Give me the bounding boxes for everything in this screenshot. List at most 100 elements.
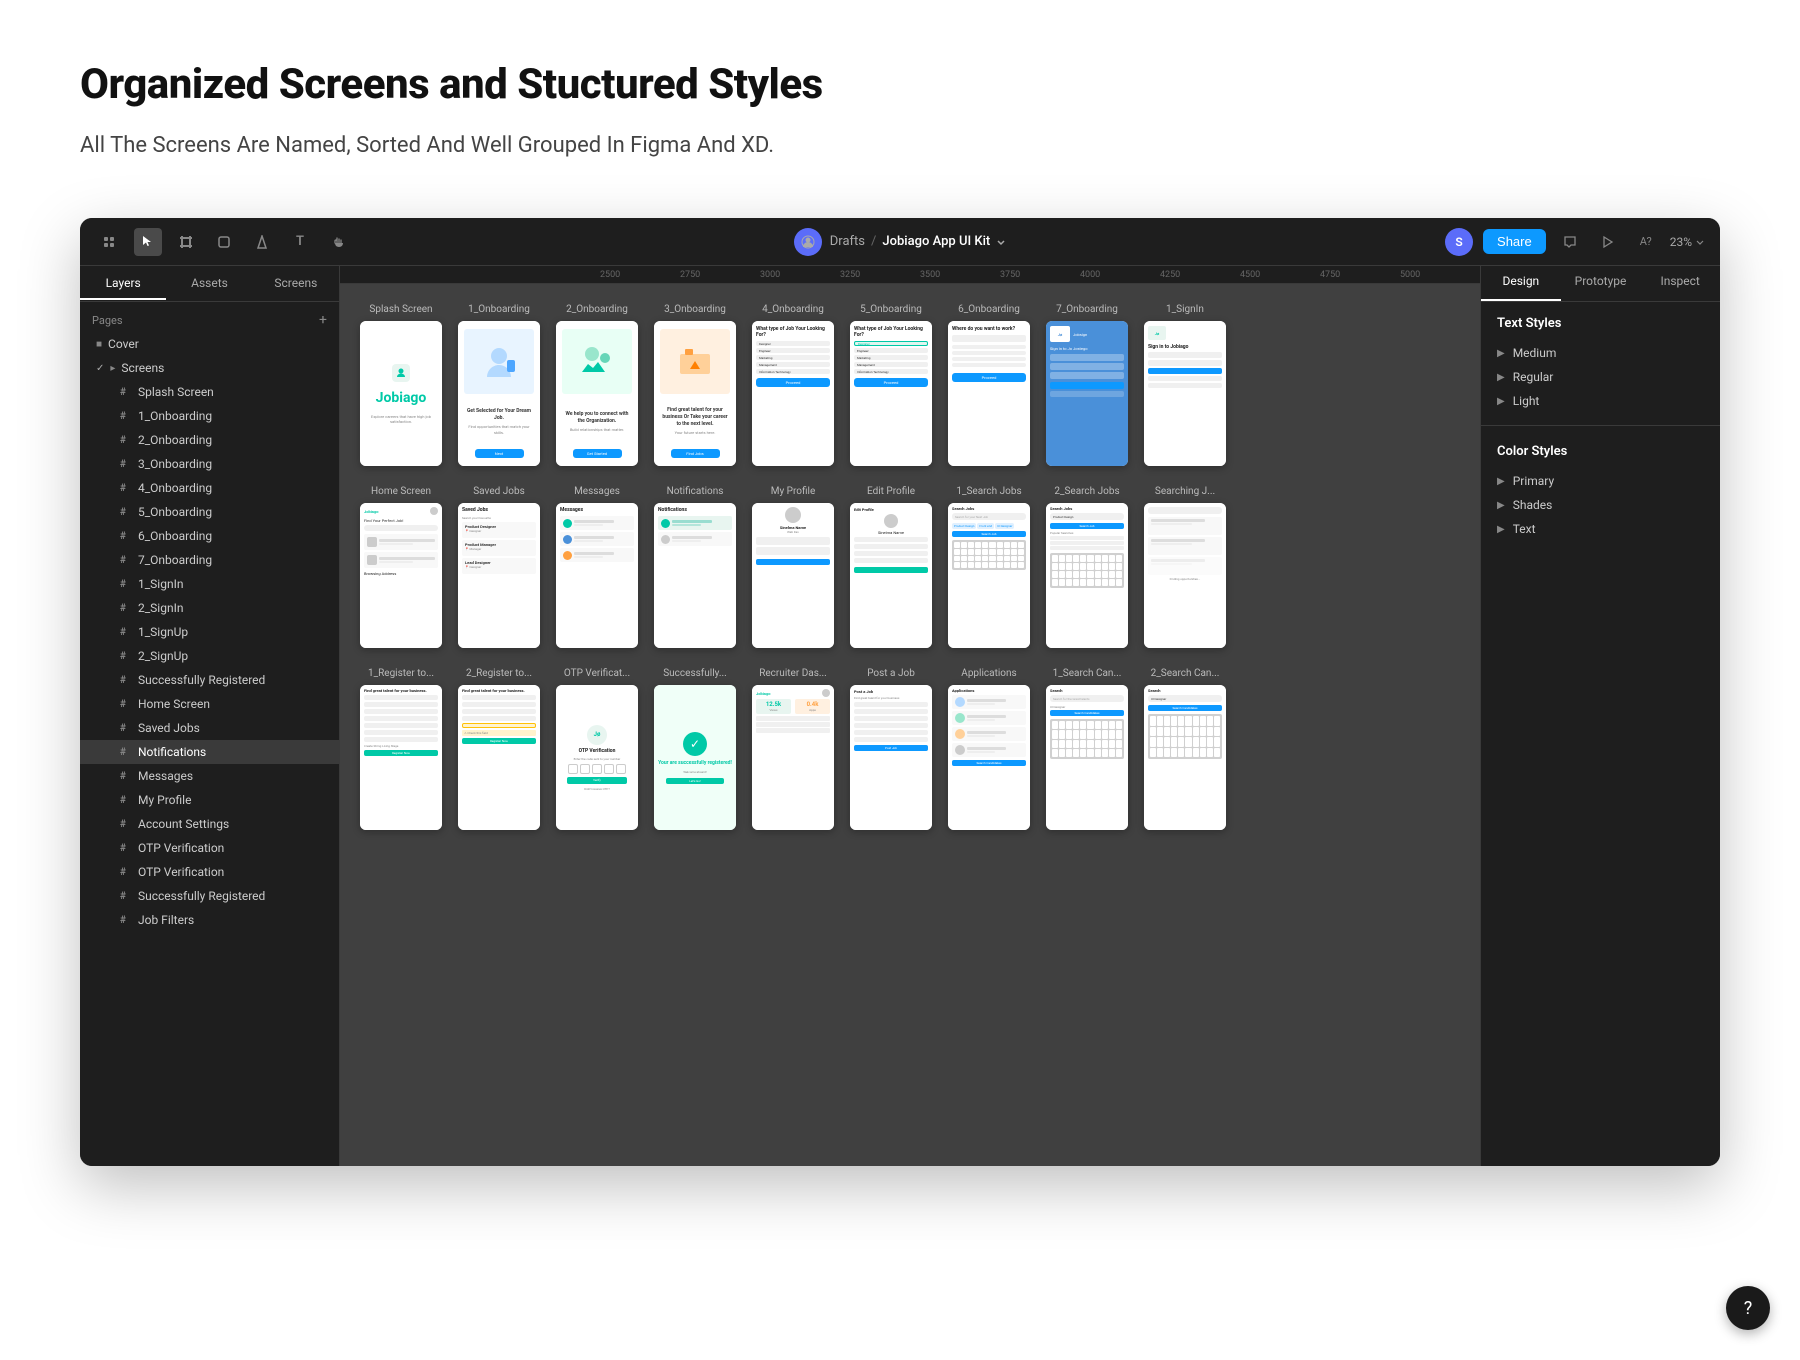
tab-design[interactable]: Design bbox=[1481, 266, 1561, 301]
frame-splash[interactable]: Splash Screen Jobiago Explore careers th… bbox=[360, 304, 442, 466]
style-medium[interactable]: ▶ Medium bbox=[1497, 341, 1704, 365]
sidebar-item-success-reg[interactable]: # Successfully Registered bbox=[80, 668, 339, 692]
frame-my-profile[interactable]: My Profile Sinelma Name Web Dev bbox=[752, 486, 834, 648]
frame-edit-profile[interactable]: Edit Profile Edit Profile Sinelma Name bbox=[850, 486, 932, 648]
share-button[interactable]: Share bbox=[1483, 229, 1546, 254]
tab-assets[interactable]: Assets bbox=[166, 268, 252, 300]
sidebar-item-otp1[interactable]: # OTP Verification bbox=[80, 836, 339, 860]
pen-icon[interactable] bbox=[248, 228, 276, 256]
breadcrumb-project[interactable]: Jobiago App UI Kit bbox=[882, 234, 990, 249]
sidebar-item-home[interactable]: # Home Screen bbox=[80, 692, 339, 716]
style-primary[interactable]: ▶ Primary bbox=[1497, 469, 1704, 493]
frame-search1[interactable]: 1_Search Jobs Search Jobs Search for you… bbox=[948, 486, 1030, 648]
sidebar-item-onboard6[interactable]: # 6_Onboarding bbox=[80, 524, 339, 548]
hash-icon: # bbox=[120, 771, 132, 782]
phone-screen-post-job: Post a Job Find great talent for your bu… bbox=[850, 685, 932, 830]
phone-screen-edit-profile: Edit Profile Sinelma Name bbox=[850, 503, 932, 648]
text-icon[interactable]: T bbox=[286, 228, 314, 256]
sidebar-item-signin1[interactable]: # 1_SignIn bbox=[80, 572, 339, 596]
ruler-marks: 2500 2750 3000 3250 3500 3750 4000 4250 … bbox=[600, 270, 1480, 280]
tab-layers[interactable]: Layers bbox=[80, 268, 166, 300]
sidebar-item-onboard4[interactable]: # 4_Onboarding bbox=[80, 476, 339, 500]
frame-label: Saved Jobs bbox=[473, 486, 525, 497]
style-text-label: Text bbox=[1513, 522, 1536, 536]
sidebar-item-success-reg2[interactable]: # Successfully Registered bbox=[80, 884, 339, 908]
frame-saved[interactable]: Saved Jobs Saved Jobs Search your Favour… bbox=[458, 486, 540, 648]
sidebar-item-saved[interactable]: # Saved Jobs bbox=[80, 716, 339, 740]
frame-onboard4[interactable]: 4_Onboarding What type of Job Your Looki… bbox=[752, 304, 834, 466]
cursor-icon[interactable] bbox=[134, 228, 162, 256]
zoom-indicator[interactable]: 23% bbox=[1670, 235, 1704, 249]
ruler-mark: 3000 bbox=[760, 270, 840, 280]
menu-icon[interactable] bbox=[96, 228, 124, 256]
phone-screen-applications: Applications bbox=[948, 685, 1030, 830]
frame-home[interactable]: Home Screen Jobiago Find Your Perfect Jo… bbox=[360, 486, 442, 648]
sidebar-item-onboard2[interactable]: # 2_Onboarding bbox=[80, 428, 339, 452]
frame-onboard2[interactable]: 2_Onboarding bbox=[556, 304, 638, 466]
phone-screen-onboard4: What type of Job Your Looking For? Desig… bbox=[752, 321, 834, 466]
frame-onboard7[interactable]: 7_Onboarding Jø Jobsign Sign bbox=[1046, 304, 1128, 466]
divider bbox=[1481, 425, 1720, 426]
sidebar-item-signup2[interactable]: # 2_SignUp bbox=[80, 644, 339, 668]
add-page-button[interactable]: + bbox=[319, 312, 327, 328]
frame-search-can2[interactable]: 2_Search Can... Search UI Designer Searc… bbox=[1144, 668, 1226, 830]
style-shades[interactable]: ▶ Shades bbox=[1497, 493, 1704, 517]
sidebar-item-signup1[interactable]: # 1_SignUp bbox=[80, 620, 339, 644]
frame-otp[interactable]: OTP Verificat... Jø OTP Verification Ent… bbox=[556, 668, 638, 830]
frame-register1[interactable]: 1_Register to... Find great talent for y… bbox=[360, 668, 442, 830]
cover-label: Cover bbox=[108, 337, 139, 351]
frame-icon[interactable] bbox=[172, 228, 200, 256]
comment-icon[interactable] bbox=[1556, 228, 1584, 256]
account-label: Account Settings bbox=[138, 817, 229, 831]
frame-search-can1[interactable]: 1_Search Can... Search Search for the Gr… bbox=[1046, 668, 1128, 830]
ai-icon[interactable]: A? bbox=[1632, 228, 1660, 256]
ruler-mark: 2500 bbox=[600, 270, 680, 280]
phone-screen-onboard7: Jø Jobsign Sign in to Jo Jostego bbox=[1046, 321, 1128, 466]
frame-searching[interactable]: Searching J... bbox=[1144, 486, 1226, 648]
ruler-mark: 3750 bbox=[1000, 270, 1080, 280]
phone-screen-search1: Search Jobs Search for your Next Job Pro… bbox=[948, 503, 1030, 648]
frame-signin1[interactable]: 1_SignIn Jø Sign in to Jobiago bbox=[1144, 304, 1226, 466]
sidebar-item-profile[interactable]: # My Profile bbox=[80, 788, 339, 812]
style-primary-label: Primary bbox=[1513, 474, 1554, 488]
phone-screen-recruiter: Jobiago 12.5k Views bbox=[752, 685, 834, 830]
frame-onboard3[interactable]: 3_Onboarding bbox=[654, 304, 736, 466]
frame-success[interactable]: Successfully... ✓ Your are successfully … bbox=[654, 668, 736, 830]
sidebar-item-otp2[interactable]: # OTP Verification bbox=[80, 860, 339, 884]
tab-screens[interactable]: Screens bbox=[253, 268, 339, 300]
shape-icon[interactable] bbox=[210, 228, 238, 256]
frame-search2[interactable]: 2_Search Jobs Search Jobs Product Design… bbox=[1046, 486, 1128, 648]
sidebar-item-signin2[interactable]: # 2_SignIn bbox=[80, 596, 339, 620]
tab-prototype[interactable]: Prototype bbox=[1561, 266, 1641, 301]
frame-post-job[interactable]: Post a Job Post a Job Find great talent … bbox=[850, 668, 932, 830]
frame-applications[interactable]: Applications Applications bbox=[948, 668, 1030, 830]
style-text[interactable]: ▶ Text bbox=[1497, 517, 1704, 541]
sidebar-item-onboard1[interactable]: # 1_Onboarding bbox=[80, 404, 339, 428]
canvas-area[interactable]: 2500 2750 3000 3250 3500 3750 4000 4250 … bbox=[340, 266, 1480, 1166]
sidebar-item-onboard5[interactable]: # 5_Onboarding bbox=[80, 500, 339, 524]
sidebar-item-notifs[interactable]: # Notifications bbox=[80, 740, 339, 764]
frame-messages[interactable]: Messages Messages bbox=[556, 486, 638, 648]
style-light[interactable]: ▶ Light bbox=[1497, 389, 1704, 413]
frame-register2[interactable]: 2_Register to... Find great talent for y… bbox=[458, 668, 540, 830]
sidebar-item-account[interactable]: # Account Settings bbox=[80, 812, 339, 836]
sidebar-item-onboard3[interactable]: # 3_Onboarding bbox=[80, 452, 339, 476]
sidebar-item-screens[interactable]: ✓ ▸ Screens bbox=[80, 356, 339, 380]
phone-screen-search-can2: Search UI Designer Search Candidates bbox=[1144, 685, 1226, 830]
frame-notifications[interactable]: Notifications Notifications bbox=[654, 486, 736, 648]
frame-onboard6[interactable]: 6_Onboarding Where do you want to work? bbox=[948, 304, 1030, 466]
notifs-label: Notifications bbox=[138, 745, 206, 759]
sidebar-item-cover[interactable]: ■ Cover bbox=[80, 332, 339, 356]
tab-inspect[interactable]: Inspect bbox=[1640, 266, 1720, 301]
style-regular[interactable]: ▶ Regular bbox=[1497, 365, 1704, 389]
play-icon[interactable] bbox=[1594, 228, 1622, 256]
frame-recruiter[interactable]: Recruiter Das... Jobiago 12 bbox=[752, 668, 834, 830]
sidebar-item-job-filters[interactable]: # Job Filters bbox=[80, 908, 339, 932]
sidebar-item-messages[interactable]: # Messages bbox=[80, 764, 339, 788]
frame-onboard5[interactable]: 5_Onboarding What type of Job Your Looki… bbox=[850, 304, 932, 466]
sidebar-item-splash[interactable]: # Splash Screen bbox=[80, 380, 339, 404]
frame-onboard1[interactable]: 1_Onboarding bbox=[458, 304, 540, 466]
help-button[interactable]: ? bbox=[1726, 1286, 1770, 1330]
hand-icon[interactable] bbox=[324, 228, 352, 256]
sidebar-item-onboard7[interactable]: # 7_Onboarding bbox=[80, 548, 339, 572]
